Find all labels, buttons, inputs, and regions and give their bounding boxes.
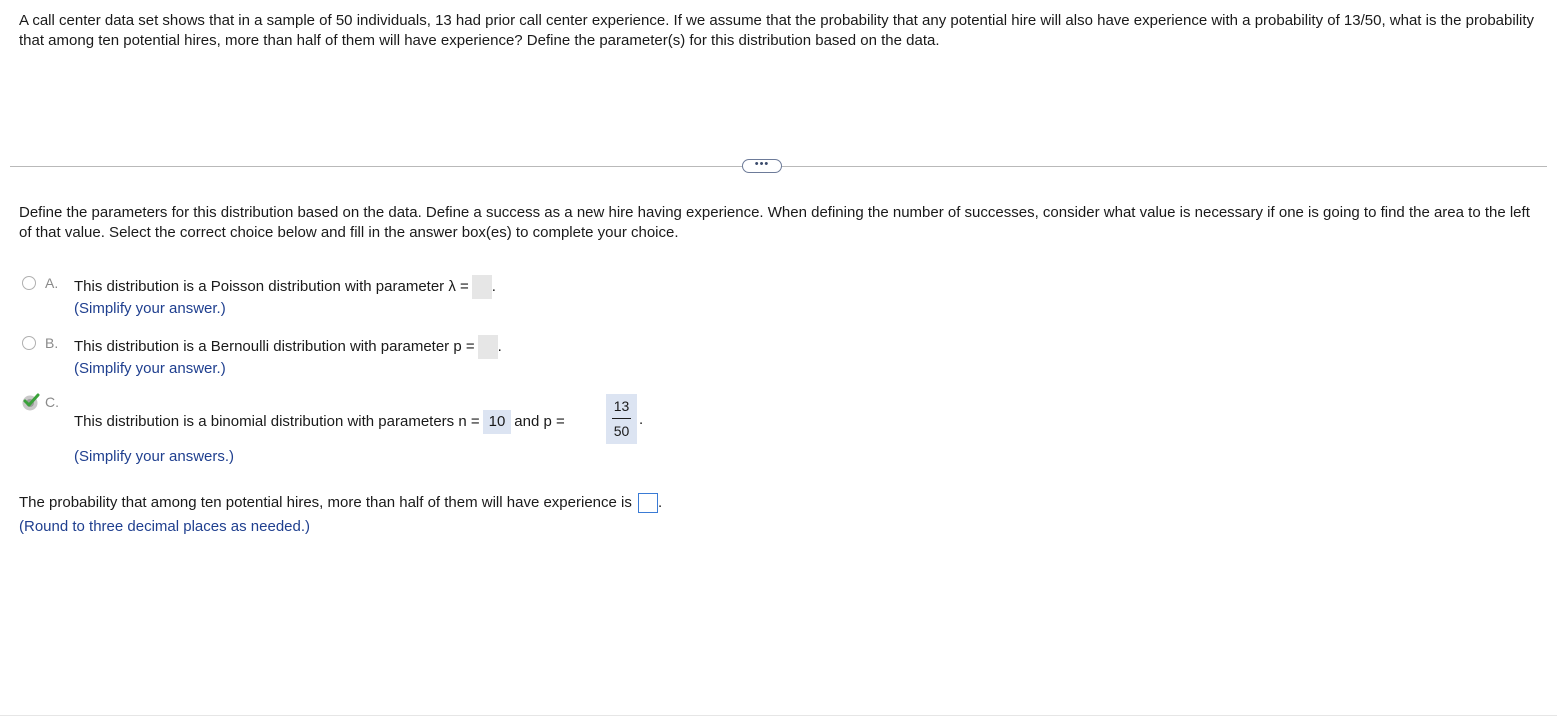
choice-a-label: This distribution is a Poisson distribut… [74,277,469,295]
choice-b-label: This distribution is a Bernoulli distrib… [74,337,475,355]
choice-c-period: . [639,411,644,428]
choice-c-label: This distribution is a binomial distribu… [74,412,480,430]
more-options-button[interactable]: ••• [742,159,782,173]
choice-b-text: This distribution is a Bernoulli distrib… [74,335,502,359]
choice-a-letter: A. [45,275,59,291]
final-question-hint: (Round to three decimal places as needed… [19,518,311,535]
choice-c-letter: C. [45,394,59,410]
choice-b-letter: B. [45,335,59,351]
probability-answer-input[interactable] [638,493,659,514]
choice-c-mid-label: and p = [514,412,565,430]
p-answer-box-b[interactable] [477,335,498,359]
instructions-text: Define the parameters for this distribut… [19,204,1530,241]
p-denominator: 50 [613,423,630,439]
final-question: The probability that among ten potential… [19,492,662,514]
final-question-text: The probability that among ten potential… [19,494,632,511]
radio-b[interactable] [22,336,36,350]
correct-check-icon [22,393,40,411]
choice-a-hint: (Simplify your answer.) [74,300,226,317]
n-answer-box[interactable]: 10 [482,410,512,434]
choice-a-text: This distribution is a Poisson distribut… [74,275,496,299]
p-numerator: 13 [613,398,630,414]
question-text: A call center data set shows that in a s… [19,12,1535,49]
lambda-answer-box[interactable] [471,275,492,299]
choice-b-hint: (Simplify your answer.) [74,360,226,377]
choice-c-text: This distribution is a binomial distribu… [74,410,565,434]
p-answer-fraction[interactable]: 13 50 [606,394,637,444]
bottom-border [0,715,1557,716]
radio-a[interactable] [22,276,36,290]
fraction-bar [612,418,631,419]
choice-c-hint: (Simplify your answers.) [74,448,235,465]
